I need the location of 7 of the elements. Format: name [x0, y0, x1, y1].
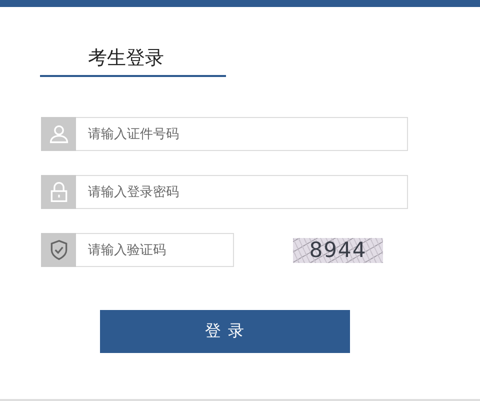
input-field[interactable]: 请输入证件号码: [76, 117, 408, 151]
login-button[interactable]: 登 录: [100, 310, 350, 353]
input-field[interactable]: 请输入登录密码: [76, 175, 408, 209]
login-title: 考生登录: [40, 45, 226, 77]
captcha-image[interactable]: 8944: [293, 238, 383, 262]
user-icon: [48, 123, 70, 145]
input-field[interactable]: 请输入验证码: [76, 233, 234, 267]
